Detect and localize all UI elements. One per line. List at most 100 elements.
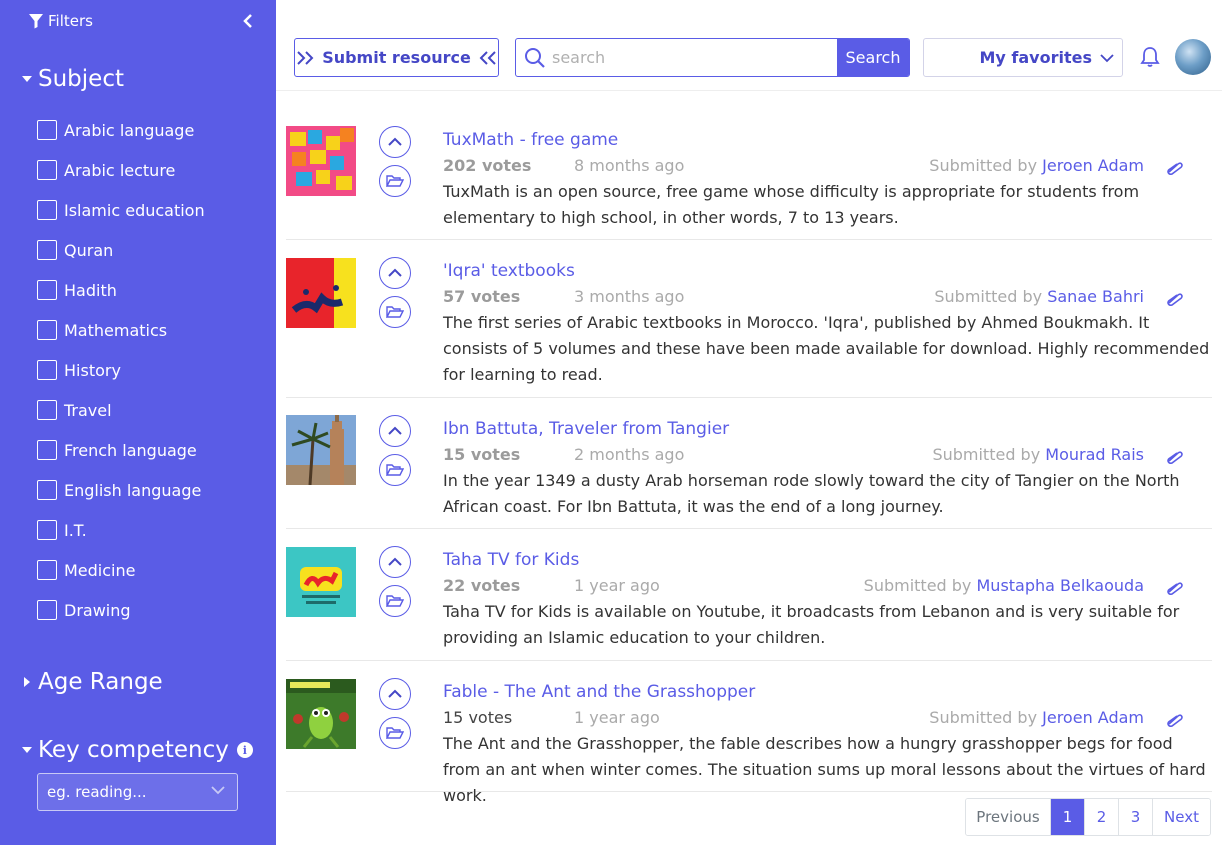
- upvote-button[interactable]: [379, 415, 411, 447]
- key-competency-select[interactable]: eg. reading...: [37, 773, 238, 811]
- subject-label: Travel: [64, 400, 112, 420]
- submitted-by-label: Submitted by: [863, 576, 972, 595]
- add-to-folder-button[interactable]: [379, 717, 411, 749]
- upvote-button[interactable]: [379, 257, 411, 289]
- checkbox[interactable]: [37, 520, 57, 540]
- caret-down-icon: [20, 75, 34, 83]
- resource-title[interactable]: Ibn Battuta, Traveler from Tangier: [443, 419, 729, 439]
- folder-open-icon: [386, 464, 404, 476]
- subject-item-drawing[interactable]: Drawing: [37, 590, 205, 630]
- attachment-link[interactable]: [1164, 160, 1184, 179]
- checkbox[interactable]: [37, 360, 57, 380]
- page-3-button[interactable]: 3: [1118, 799, 1152, 835]
- subject-item-french-language[interactable]: French language: [37, 430, 205, 470]
- subject-item-hadith[interactable]: Hadith: [37, 270, 205, 310]
- subject-item-history[interactable]: History: [37, 350, 205, 390]
- resource-submitted-by: Submitted by Jeroen Adam: [929, 156, 1144, 175]
- subject-item-mathematics[interactable]: Mathematics: [37, 310, 205, 350]
- resource-title[interactable]: Taha TV for Kids: [443, 550, 579, 570]
- next-page-button[interactable]: Next: [1152, 799, 1210, 835]
- subject-label: Mathematics: [64, 320, 168, 340]
- attachment-link[interactable]: [1164, 580, 1184, 599]
- upvote-button[interactable]: [379, 126, 411, 158]
- checkbox[interactable]: [37, 200, 57, 220]
- resource-author-link[interactable]: Sanae Bahri: [1047, 287, 1144, 306]
- checkbox[interactable]: [37, 240, 57, 260]
- resource-title[interactable]: Fable - The Ant and the Grasshopper: [443, 682, 755, 702]
- subject-item-medicine[interactable]: Medicine: [37, 550, 205, 590]
- paperclip-icon: [1167, 293, 1183, 307]
- folder-open-icon: [386, 175, 404, 187]
- checkbox[interactable]: [37, 400, 57, 420]
- subject-item-arabic-language[interactable]: Arabic language: [37, 110, 205, 150]
- add-to-folder-button[interactable]: [379, 165, 411, 197]
- chevron-up-icon: [388, 557, 402, 566]
- subject-label: History: [64, 360, 121, 380]
- add-to-folder-button[interactable]: [379, 585, 411, 617]
- checkbox[interactable]: [37, 120, 57, 140]
- paperclip-icon: [1167, 582, 1183, 596]
- checkbox[interactable]: [37, 560, 57, 580]
- search-input[interactable]: [516, 39, 837, 76]
- resource-author-link[interactable]: Jeroen Adam: [1042, 156, 1144, 175]
- resource-author-link[interactable]: Jeroen Adam: [1042, 708, 1144, 727]
- checkbox[interactable]: [37, 280, 57, 300]
- notifications-button[interactable]: [1140, 46, 1160, 72]
- checkbox[interactable]: [37, 480, 57, 500]
- upvote-button[interactable]: [379, 546, 411, 578]
- resource-votes: 202 votes: [443, 156, 532, 175]
- key-competency-section-toggle[interactable]: Key competency i: [20, 737, 253, 763]
- checkbox[interactable]: [37, 320, 57, 340]
- info-icon[interactable]: i: [236, 742, 253, 758]
- subject-label: Islamic education: [64, 200, 205, 220]
- resource-description: Taha TV for Kids is available on Youtube…: [443, 602, 1180, 647]
- filters-label: Filters: [48, 12, 93, 30]
- subject-section-toggle[interactable]: Subject: [20, 66, 124, 92]
- checkbox[interactable]: [37, 600, 57, 620]
- subject-label: Medicine: [64, 560, 136, 580]
- chevron-up-icon: [388, 426, 402, 435]
- paperclip-icon: [1167, 162, 1183, 176]
- add-to-folder-button[interactable]: [379, 454, 411, 486]
- avatar[interactable]: [1175, 39, 1211, 75]
- resource-thumbnail-math-blocks[interactable]: [286, 126, 356, 196]
- folder-open-icon: [386, 306, 404, 318]
- subject-item-arabic-lecture[interactable]: Arabic lecture: [37, 150, 205, 190]
- page-1-button[interactable]: 1: [1050, 799, 1084, 835]
- chevron-up-icon: [388, 137, 402, 146]
- resource-thumbnail-iqra-cover[interactable]: [286, 258, 356, 328]
- submit-resource-button[interactable]: Submit resource: [294, 38, 499, 77]
- resource-thumbnail-grasshopper-cartoon[interactable]: [286, 679, 356, 749]
- attachment-link[interactable]: [1164, 712, 1184, 731]
- page-2-button[interactable]: 2: [1084, 799, 1118, 835]
- subject-item-quran[interactable]: Quran: [37, 230, 205, 270]
- attachment-link[interactable]: [1164, 449, 1184, 468]
- age-range-section-toggle[interactable]: Age Range: [20, 669, 163, 695]
- checkbox[interactable]: [37, 440, 57, 460]
- favorites-label: My favorites: [979, 48, 1093, 67]
- subject-item-english-language[interactable]: English language: [37, 470, 205, 510]
- resource-title[interactable]: TuxMath - free game: [443, 130, 618, 150]
- resource-time: 3 months ago: [574, 287, 685, 306]
- chevron-left-icon: [243, 14, 252, 28]
- resource-thumbnail-taha-tv-logo[interactable]: [286, 547, 356, 617]
- resource-title[interactable]: 'Iqra' textbooks: [443, 261, 575, 281]
- collapse-sidebar-button[interactable]: [240, 11, 256, 31]
- subject-item-islamic-education[interactable]: Islamic education: [37, 190, 205, 230]
- subject-item-travel[interactable]: Travel: [37, 390, 205, 430]
- resource-author-link[interactable]: Mourad Rais: [1045, 445, 1144, 464]
- upvote-button[interactable]: [379, 678, 411, 710]
- resource-thumbnail-minaret-palm[interactable]: [286, 415, 356, 485]
- search-button[interactable]: Search: [837, 39, 909, 76]
- resource-description: In the year 1349 a dusty Arab horseman r…: [443, 471, 1180, 516]
- subject-item-it[interactable]: I.T.: [37, 510, 205, 550]
- favorites-dropdown[interactable]: My favorites: [923, 38, 1123, 77]
- checkbox[interactable]: [37, 160, 57, 180]
- age-range-title: Age Range: [38, 669, 163, 695]
- add-to-folder-button[interactable]: [379, 296, 411, 328]
- attachment-link[interactable]: [1164, 291, 1184, 310]
- double-chevron-right-icon: [297, 50, 314, 65]
- previous-page-button[interactable]: Previous: [966, 799, 1050, 835]
- resource-author-link[interactable]: Mustapha Belkaouda: [977, 576, 1145, 595]
- subject-list: Arabic language Arabic lecture Islamic e…: [37, 110, 205, 630]
